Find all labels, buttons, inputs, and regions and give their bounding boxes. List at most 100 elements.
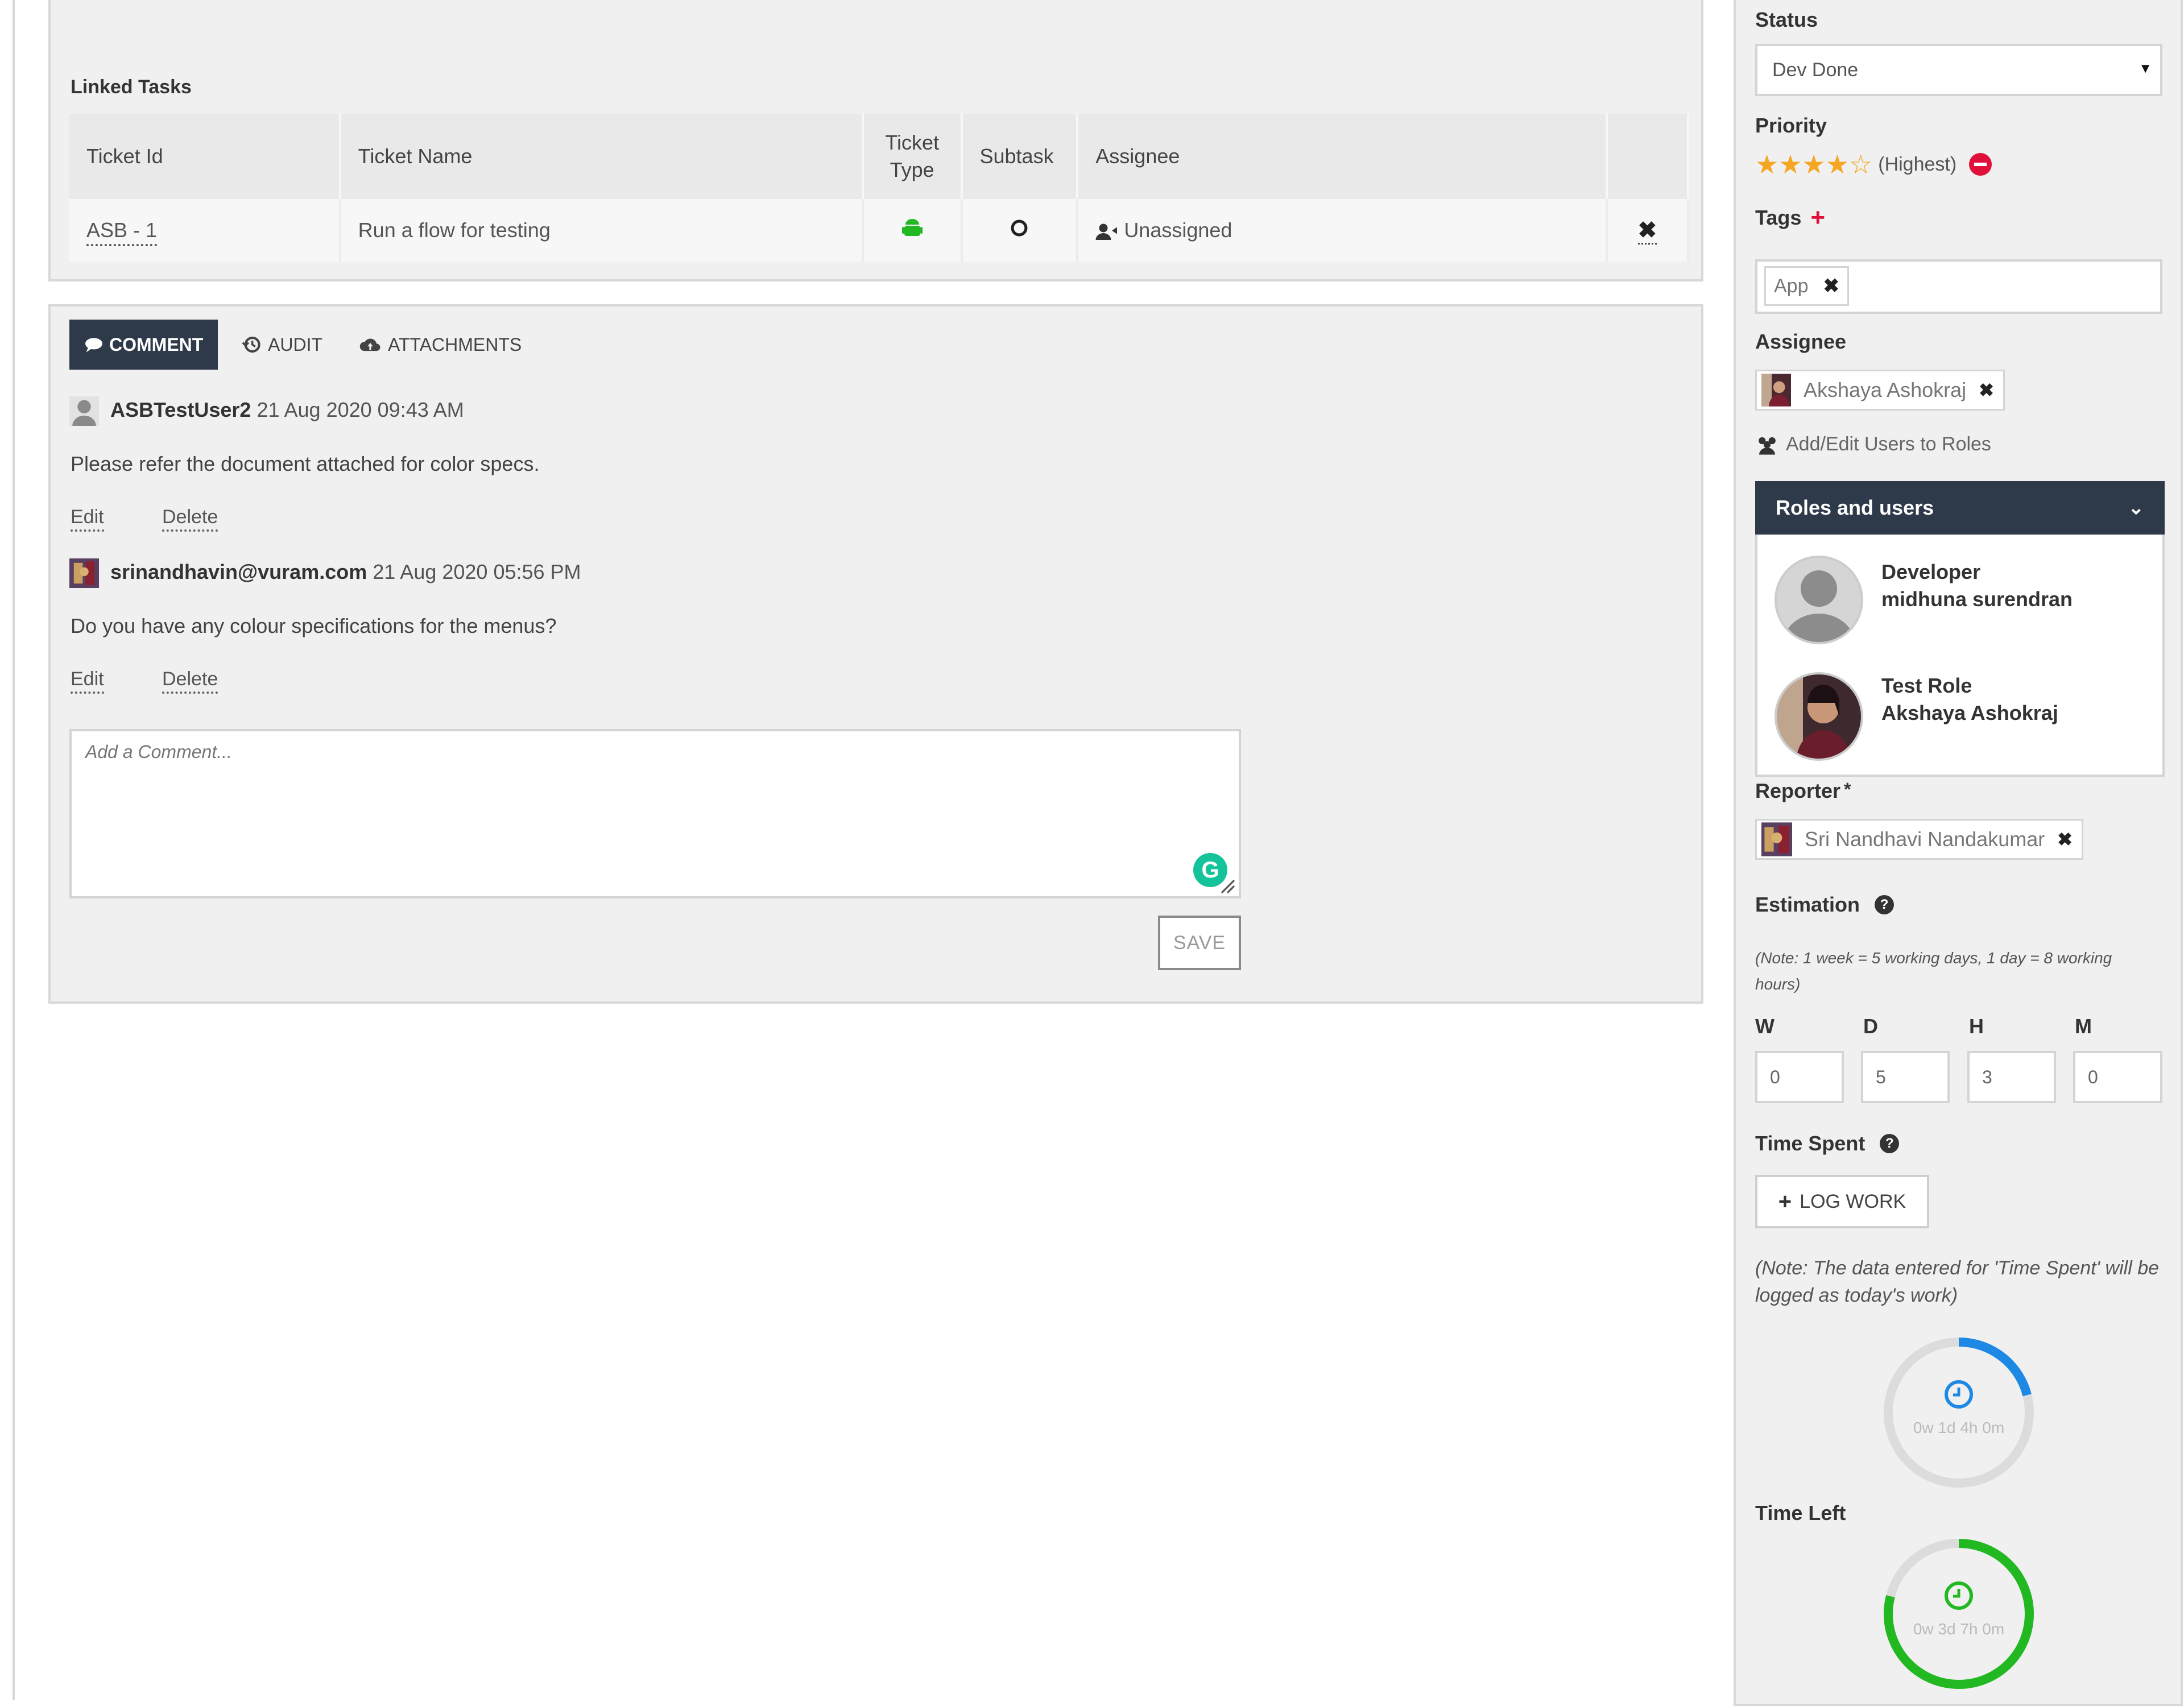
role-user: Akshaya Ashokraj	[1881, 701, 2058, 724]
comment-icon	[85, 338, 102, 353]
comment-header: ASBTestUser2 21 Aug 2020 09:43 AM	[110, 398, 464, 422]
required-mark: *	[1844, 779, 1851, 800]
clock-icon	[1945, 1581, 1973, 1610]
comment-author[interactable]: ASBTestUser2	[110, 398, 251, 421]
estimation-hours-value: 3	[1982, 1066, 1992, 1087]
estimation-days-input[interactable]: 5	[1861, 1051, 1950, 1103]
role-item: Test Role Akshaya Ashokraj	[1881, 672, 2058, 727]
users-icon	[1759, 437, 1776, 454]
roles-title: Roles and users	[1776, 496, 1934, 519]
linked-tasks-table: Ticket Id Ticket Name Ticket Type Subtas…	[69, 114, 1690, 262]
history-icon	[242, 337, 260, 353]
remove-assignee-icon[interactable]: ✖	[1979, 379, 1994, 401]
estimation-header: Estimation ?	[1755, 893, 1895, 917]
roles-header[interactable]: Roles and users ⌄	[1755, 481, 2165, 535]
ticket-id-link[interactable]: ASB - 1	[86, 218, 158, 246]
reporter-chip: Sri Nandhavi Nandakumar ✖	[1755, 819, 2084, 860]
comment-author[interactable]: srinandhavin@vuram.com	[110, 560, 367, 583]
tab-comment[interactable]: COMMENT	[69, 320, 218, 370]
help-icon[interactable]: ?	[1880, 1134, 1900, 1153]
estimation-weeks-value: 0	[1770, 1066, 1780, 1087]
tags-header: Tags +	[1755, 205, 1825, 230]
status-value: Dev Done	[1772, 59, 1859, 81]
android-icon	[901, 218, 923, 236]
table-row: ASB - 1 Run a flow for testing Unassigne…	[69, 199, 1690, 262]
comment-text: Please refer the document attached for c…	[71, 452, 540, 475]
comment-time: 21 Aug 2020 09:43 AM	[257, 398, 464, 421]
col-ticket-id: Ticket Id	[69, 114, 341, 199]
comment-input[interactable]	[69, 729, 1241, 898]
estimation-days-value: 5	[1876, 1066, 1886, 1087]
edit-comment-button[interactable]: Edit	[71, 506, 104, 532]
time-left-gauge: 0w 3d 7h 0m	[1884, 1539, 2034, 1689]
tab-attachments[interactable]: ATTACHMENTS	[359, 320, 522, 370]
time-spent-gauge: 0w 1d 4h 0m	[1884, 1338, 2034, 1488]
edit-comment-button[interactable]: Edit	[71, 668, 104, 694]
tab-comment-label: COMMENT	[109, 334, 204, 355]
status-select[interactable]: Dev Done ▼	[1755, 44, 2162, 96]
avatar	[69, 396, 99, 426]
time-spent-note: (Note: The data entered for 'Time Spent'…	[1755, 1257, 2160, 1306]
cloud-upload-icon	[359, 338, 380, 351]
priority-text: (Highest)	[1878, 153, 1957, 175]
page-left-border	[13, 0, 15, 1700]
clock-icon	[1945, 1380, 1973, 1409]
delete-comment-button[interactable]: Delete	[162, 506, 218, 532]
log-work-label: LOG WORK	[1800, 1190, 1906, 1212]
star-empty-icon[interactable]: ☆	[1849, 149, 1872, 180]
status-label: Status	[1755, 8, 1818, 31]
remove-reporter-icon[interactable]: ✖	[2057, 829, 2073, 850]
priority-stars[interactable]: ★ ★ ★ ★ ☆ (Highest)	[1755, 149, 1992, 180]
priority-label: Priority	[1755, 114, 1827, 137]
tab-audit[interactable]: AUDIT	[242, 320, 322, 370]
reporter-name: Sri Nandhavi Nandakumar	[1805, 827, 2045, 851]
circle-icon	[1011, 220, 1028, 236]
star-filled-icon[interactable]: ★	[1778, 149, 1802, 180]
star-filled-icon[interactable]: ★	[1826, 149, 1849, 180]
delete-comment-button[interactable]: Delete	[162, 668, 218, 694]
estimation-weeks-input[interactable]: 0	[1755, 1051, 1844, 1103]
tags-label: Tags	[1755, 206, 1802, 229]
help-icon[interactable]: ?	[1875, 895, 1895, 914]
col-ticket-type-line2: Type	[890, 158, 934, 181]
comment-time: 21 Aug 2020 05:56 PM	[373, 560, 581, 583]
remove-priority-icon[interactable]	[1969, 153, 1992, 176]
save-button[interactable]: SAVE	[1158, 916, 1241, 970]
estimation-note: (Note: 1 week = 5 working days, 1 day = …	[1755, 949, 2112, 993]
add-tag-icon[interactable]: +	[1810, 205, 1825, 230]
estimation-m-label: M	[2075, 1015, 2092, 1038]
assignee-chip: Akshaya Ashokraj ✖	[1755, 370, 2005, 411]
assignee-value: Unassigned	[1124, 218, 1232, 242]
time-left-label: Time Left	[1755, 1501, 1846, 1525]
assignee-label: Assignee	[1755, 330, 1847, 353]
remove-link-button[interactable]: ✖	[1637, 218, 1657, 245]
assignee-name: Akshaya Ashokraj	[1804, 378, 1967, 401]
resize-handle-icon[interactable]	[1217, 876, 1235, 894]
role-name: Developer	[1881, 560, 1981, 583]
role-item: Developer midhuna surendran	[1881, 558, 2073, 613]
col-ticket-type-line1: Ticket	[885, 131, 939, 154]
add-edit-users-link[interactable]: Add/Edit Users to Roles	[1755, 433, 1991, 456]
log-work-button[interactable]: + LOG WORK	[1755, 1175, 1929, 1228]
star-filled-icon[interactable]: ★	[1802, 149, 1826, 180]
chevron-down-icon[interactable]: ⌄	[2128, 496, 2145, 519]
role-name: Test Role	[1881, 674, 1972, 697]
tab-attachments-label: ATTACHMENTS	[388, 334, 522, 355]
time-spent-value: 0w 1d 4h 0m	[1913, 1419, 2004, 1436]
reporter-header: Reporter *	[1755, 779, 1851, 803]
role-user: midhuna surendran	[1881, 587, 2073, 611]
estimation-hours-input[interactable]: 3	[1967, 1051, 2056, 1103]
comment-text: Do you have any colour specifications fo…	[71, 614, 557, 637]
estimation-label: Estimation	[1755, 893, 1860, 916]
avatar	[1774, 556, 1863, 644]
remove-tag-icon[interactable]: ✖	[1823, 275, 1840, 297]
col-subtask: Subtask	[961, 114, 1079, 199]
estimation-minutes-input[interactable]: 0	[2073, 1051, 2162, 1103]
estimation-h-label: H	[1969, 1015, 1984, 1038]
plus-icon: +	[1778, 1189, 1792, 1214]
avatar	[1761, 374, 1791, 407]
time-left-value: 0w 3d 7h 0m	[1913, 1620, 2004, 1638]
star-filled-icon[interactable]: ★	[1755, 149, 1778, 180]
save-button-label: SAVE	[1173, 931, 1226, 954]
col-actions	[1606, 114, 1690, 199]
